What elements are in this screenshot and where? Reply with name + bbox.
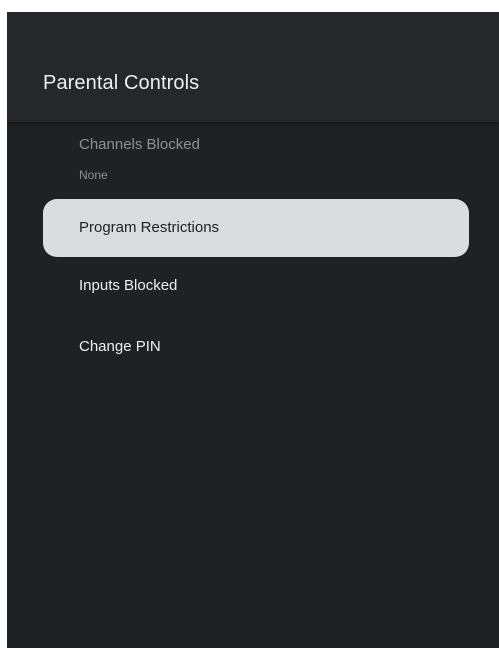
- channels-blocked-label: Channels Blocked: [79, 136, 200, 153]
- channels-blocked-item: Channels Blocked: [43, 136, 469, 153]
- page-title: Parental Controls: [43, 72, 200, 94]
- program-restrictions-label: Program Restrictions: [79, 219, 220, 236]
- header-bar: Parental Controls: [7, 12, 499, 122]
- channels-blocked-value: None: [79, 168, 108, 182]
- inputs-blocked-item[interactable]: Inputs Blocked: [43, 277, 469, 294]
- change-pin-item[interactable]: Change PIN: [43, 338, 469, 355]
- change-pin-label: Change PIN: [79, 338, 161, 355]
- channels-blocked-value-row: None: [43, 168, 469, 182]
- inputs-blocked-label: Inputs Blocked: [79, 277, 178, 294]
- tv-settings-panel: Parental Controls Channels Blocked None …: [7, 12, 499, 648]
- program-restrictions-item[interactable]: Program Restrictions: [43, 199, 469, 257]
